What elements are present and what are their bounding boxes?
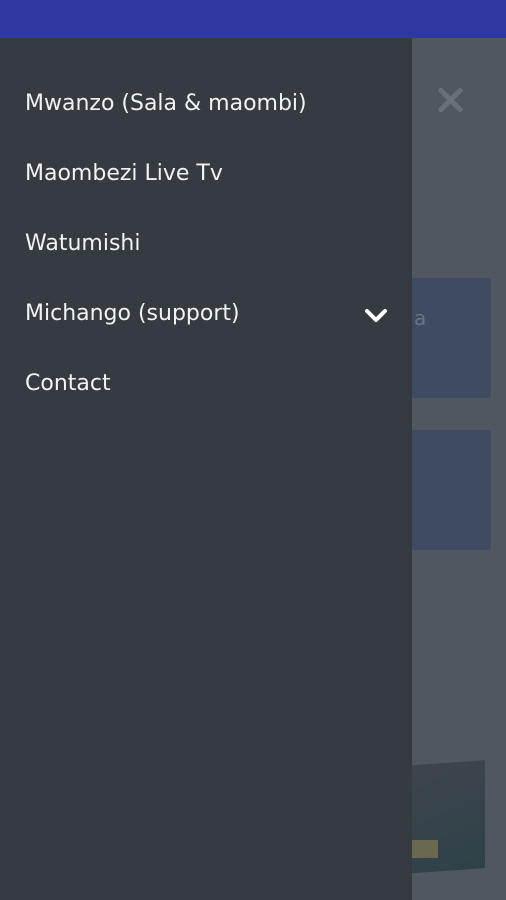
background-photo-detail (412, 840, 438, 858)
menu-item-watumishi[interactable]: Watumishi (0, 208, 412, 278)
menu-item-label: Contact (25, 370, 111, 396)
menu-item-label: Michango (support) (25, 300, 240, 326)
screen: a Mwanzo (Sala & maombi) Maombezi Live T… (0, 0, 506, 900)
close-icon (432, 82, 468, 118)
menu-item-michango[interactable]: Michango (support) (0, 278, 412, 348)
menu-item-contact[interactable]: Contact (0, 348, 412, 418)
menu-item-maombezi-live-tv[interactable]: Maombezi Live Tv (0, 138, 412, 208)
menu-item-label: Maombezi Live Tv (25, 160, 223, 186)
menu-item-label: Watumishi (25, 230, 141, 256)
navigation-drawer: Mwanzo (Sala & maombi) Maombezi Live Tv … (0, 38, 412, 900)
menu-item-mwanzo[interactable]: Mwanzo (Sala & maombi) (0, 68, 412, 138)
menu-item-label: Mwanzo (Sala & maombi) (25, 90, 307, 116)
drawer-menu: Mwanzo (Sala & maombi) Maombezi Live Tv … (0, 68, 412, 418)
background-card-text: a (414, 306, 427, 330)
status-bar (0, 0, 506, 38)
chevron-down-icon[interactable] (364, 305, 388, 322)
